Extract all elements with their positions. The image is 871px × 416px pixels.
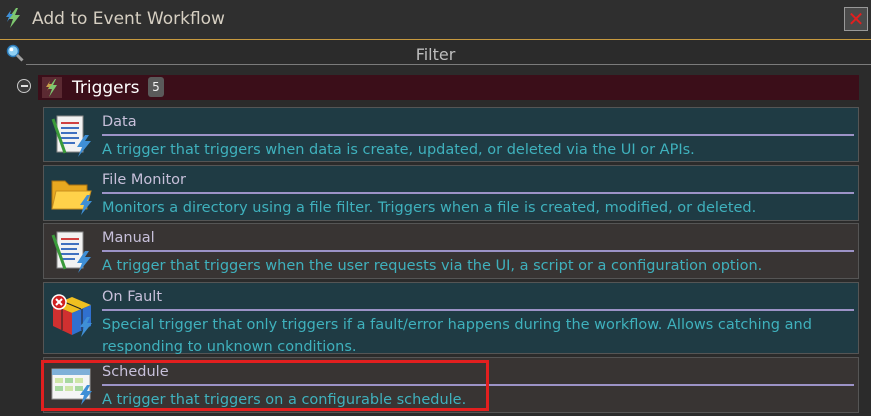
document-icon <box>51 231 91 273</box>
item-name: File Monitor <box>102 172 186 188</box>
lightning-icon <box>42 77 62 98</box>
item-description: A trigger that triggers on a configurabl… <box>102 392 467 408</box>
filter-underline <box>26 64 871 65</box>
close-icon: ✕ <box>847 7 865 31</box>
item-name: Manual <box>102 230 155 246</box>
collapse-icon <box>20 85 28 87</box>
item-description: Special trigger that only triggers if a … <box>102 317 812 355</box>
window-title: Add to Event Workflow <box>32 9 225 29</box>
list-item-manual[interactable]: Manual A trigger that triggers when the … <box>43 223 859 279</box>
group-label: Triggers <box>72 78 140 98</box>
close-button[interactable]: ✕ <box>844 7 868 31</box>
list-item-on-fault[interactable]: On Fault Special trigger that only trigg… <box>43 282 859 355</box>
list-item-data[interactable]: Data A trigger that triggers when data i… <box>43 107 859 162</box>
group-header-triggers[interactable]: Triggers 5 <box>38 75 859 100</box>
item-divider <box>102 134 854 136</box>
item-name: Schedule <box>102 364 169 380</box>
folder-icon <box>51 180 92 215</box>
item-divider <box>102 384 854 386</box>
item-name: On Fault <box>102 289 163 305</box>
document-icon <box>51 115 91 157</box>
item-description: Monitors a directory using a file filter… <box>102 200 757 216</box>
item-divider <box>102 309 854 311</box>
cube-error-icon <box>51 294 92 337</box>
group-collapse-toggle[interactable] <box>17 79 31 93</box>
list-item-schedule[interactable]: Schedule A trigger that triggers on a co… <box>43 357 859 413</box>
item-divider <box>102 250 854 252</box>
filter-bar[interactable]: Filter <box>0 43 871 67</box>
lightning-icon <box>6 8 20 28</box>
filter-input[interactable]: Filter <box>0 45 871 64</box>
item-description: A trigger that triggers when data is cre… <box>102 142 695 158</box>
list-item-file-monitor[interactable]: File Monitor Monitors a directory using … <box>43 165 859 221</box>
title-bar: Add to Event Workflow ✕ <box>0 0 871 40</box>
item-description: A trigger that triggers when the user re… <box>102 258 763 274</box>
item-name: Data <box>102 114 137 130</box>
item-divider <box>102 192 854 194</box>
group-count-badge: 5 <box>148 77 164 97</box>
calendar-icon <box>51 368 92 405</box>
